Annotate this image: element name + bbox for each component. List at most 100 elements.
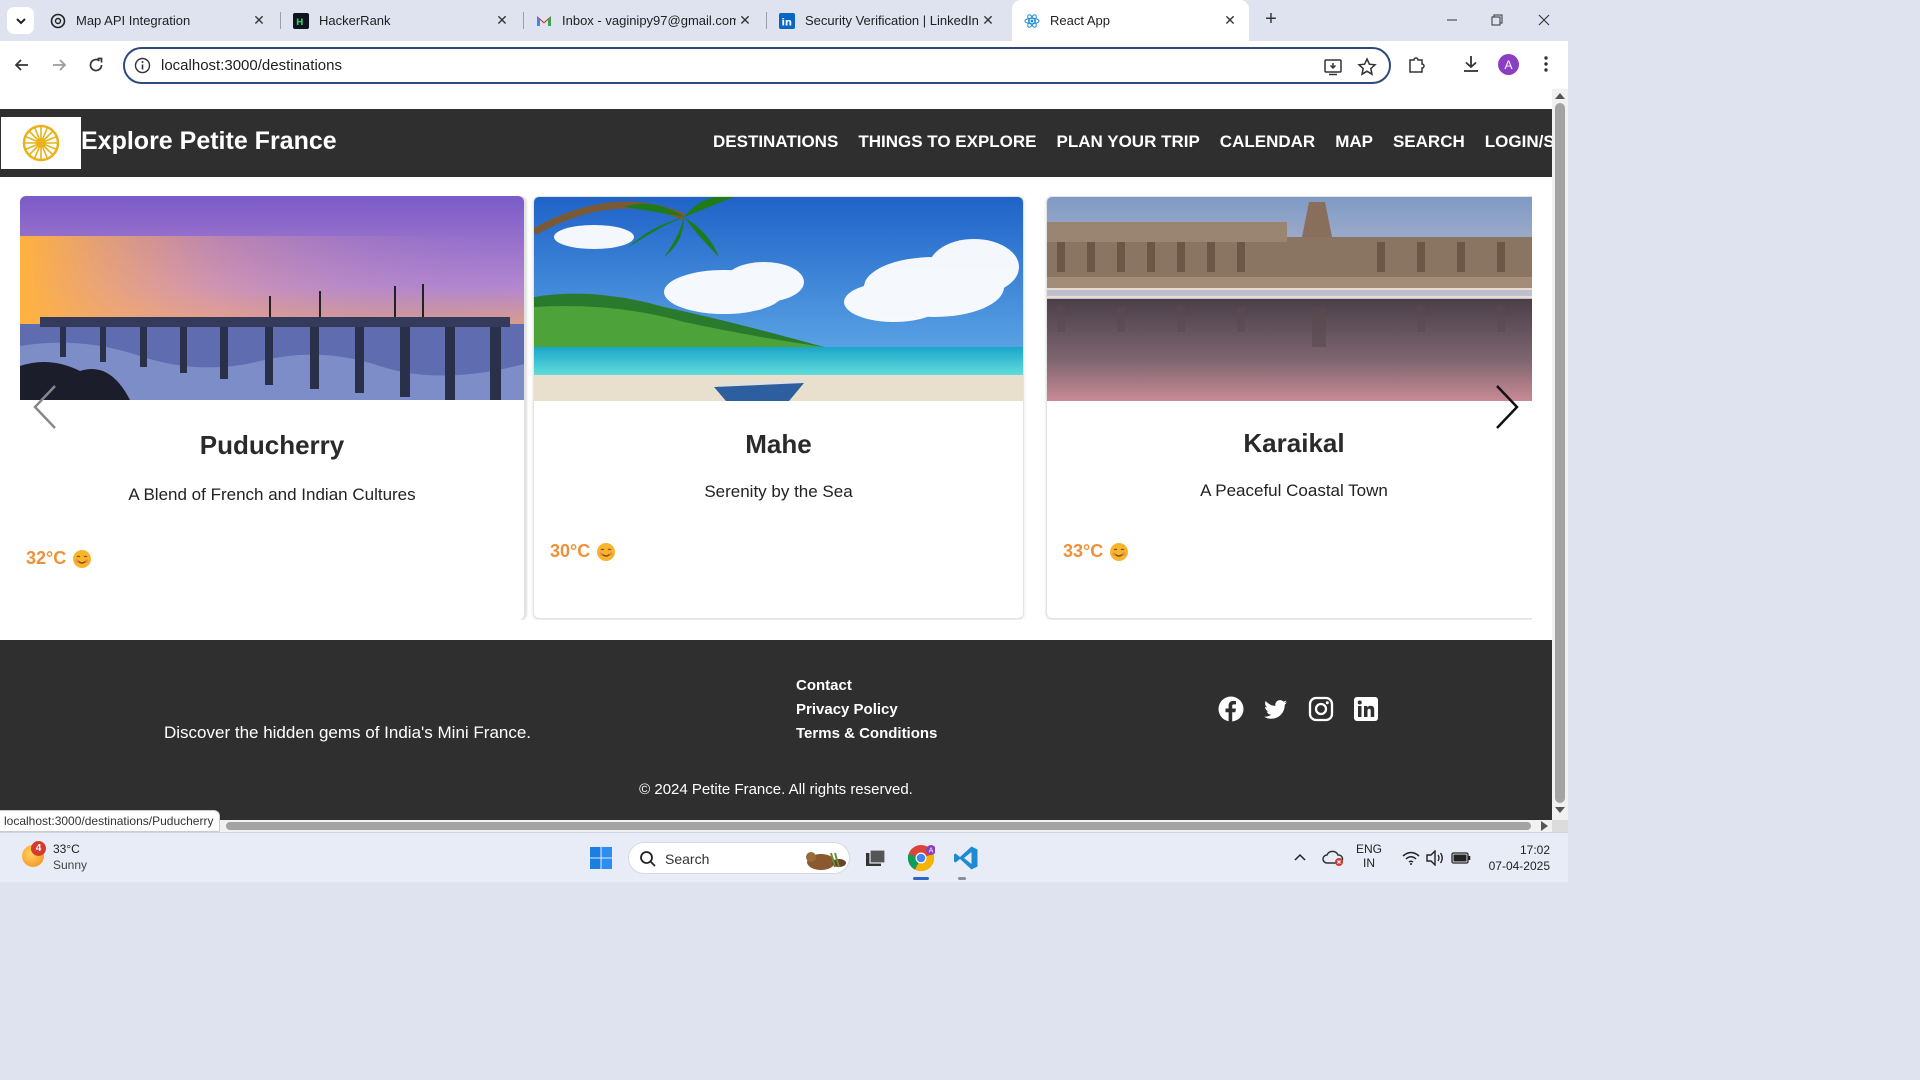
scroll-down-arrow-icon[interactable] [1555, 807, 1565, 813]
weather-temperature: 33°C [53, 842, 80, 856]
tray-volume[interactable] [1422, 842, 1448, 874]
wifi-icon [1402, 851, 1420, 865]
tray-wifi[interactable] [1397, 842, 1425, 874]
back-arrow-icon [14, 59, 28, 71]
site-info-icon[interactable] [134, 57, 151, 74]
tab-linkedin[interactable]: in Security Verification | LinkedIn ✕ [767, 6, 1007, 35]
address-bar[interactable]: localhost:3000/destinations [123, 47, 1391, 84]
extensions-button[interactable] [1406, 53, 1428, 75]
carousel-prev-arrow-icon[interactable] [30, 384, 60, 430]
cloud-offline-icon [1322, 850, 1344, 866]
language-indicator[interactable]: ENG IN [1356, 842, 1382, 870]
scrollbar-thumb[interactable] [1555, 103, 1565, 803]
taskbar-search[interactable]: Search [628, 842, 850, 874]
svg-text:H: H [296, 18, 304, 28]
svg-text:A: A [929, 847, 934, 855]
tab-title: HackerRank [319, 13, 391, 28]
tab-search-button[interactable] [7, 7, 34, 34]
site-header: Explore Petite France DESTINATIONS THING… [0, 109, 1552, 177]
scroll-right-arrow-icon[interactable] [1541, 821, 1548, 831]
page-viewport: Explore Petite France DESTINATIONS THING… [0, 89, 1552, 820]
main-nav: DESTINATIONS THINGS TO EXPLORE PLAN YOUR… [713, 132, 1552, 152]
close-icon[interactable]: ✕ [1221, 12, 1239, 30]
close-icon[interactable]: ✕ [493, 12, 511, 30]
close-icon[interactable]: ✕ [979, 12, 997, 30]
forward-button[interactable] [45, 51, 73, 79]
nav-login-signup[interactable]: LOGIN/SIGN UP [1485, 132, 1552, 152]
horizontal-scrollbar[interactable] [0, 820, 1552, 832]
sun-face-icon [1110, 542, 1129, 561]
nav-destinations[interactable]: DESTINATIONS [713, 132, 838, 152]
speaker-icon [1426, 850, 1443, 866]
destination-card-karaikal[interactable]: Karaikal A Peaceful Coastal Town 33°C [1046, 196, 1532, 619]
downloads-button[interactable] [1460, 53, 1482, 75]
minimize-button[interactable] [1430, 6, 1474, 34]
url-text[interactable]: localhost:3000/destinations [161, 57, 342, 74]
tab-react-app[interactable]: React App ✕ [1012, 0, 1249, 41]
bookmark-star-icon[interactable] [1357, 57, 1377, 77]
taskbar-vscode[interactable] [950, 842, 982, 874]
destination-image [1047, 197, 1532, 401]
nav-things-to-explore[interactable]: THINGS TO EXPLORE [858, 132, 1036, 152]
language-code: ENG [1356, 842, 1383, 856]
profile-avatar[interactable]: A [1498, 54, 1519, 75]
chevron-up-icon [1294, 853, 1306, 861]
hackerrank-icon: H [293, 12, 309, 29]
nav-calendar[interactable]: CALENDAR [1220, 132, 1315, 152]
destination-card-mahe[interactable]: Mahe Serenity by the Sea 30°C [533, 196, 1024, 619]
twitter-icon[interactable] [1263, 696, 1289, 722]
show-hidden-icons-button[interactable] [1287, 842, 1313, 874]
scrollbar-corner [1552, 820, 1568, 832]
gmail-icon [536, 13, 552, 29]
tab-gmail[interactable]: Inbox - vaginipy97@gmail.com ✕ [524, 6, 764, 35]
reload-icon [89, 57, 103, 72]
scroll-up-arrow-icon[interactable] [1555, 93, 1565, 99]
tab-title: Map API Integration [76, 13, 191, 28]
footer-link-terms[interactable]: Terms & Conditions [796, 725, 937, 742]
close-icon [1538, 14, 1550, 26]
windows-taskbar: 4 33°C Sunny Search A ENG IN 17:02 07-04… [0, 832, 1568, 882]
notification-badge: 4 [31, 841, 46, 856]
nav-plan-your-trip[interactable]: PLAN YOUR TRIP [1057, 132, 1200, 152]
carousel-next-arrow-icon[interactable] [1492, 384, 1522, 430]
linkedin-icon[interactable] [1353, 696, 1379, 722]
start-button[interactable] [585, 842, 617, 874]
link-status-bubble: localhost:3000/destinations/Puducherry [0, 810, 221, 832]
site-logo[interactable] [1, 117, 81, 169]
destination-name: Karaikal [1243, 428, 1345, 458]
vertical-scrollbar[interactable] [1552, 89, 1568, 820]
tray-onedrive[interactable] [1318, 842, 1348, 874]
destination-weather: 33°C [1063, 541, 1129, 562]
close-window-button[interactable] [1522, 6, 1566, 34]
scrollbar-thumb[interactable] [226, 822, 1531, 830]
tab-title: Security Verification | LinkedIn [805, 13, 979, 28]
nav-map[interactable]: MAP [1335, 132, 1373, 152]
restore-button[interactable] [1475, 6, 1519, 34]
browser-menu-button[interactable] [1535, 53, 1557, 75]
tab-strip: Map API Integration ✕ H HackerRank ✕ Inb… [0, 0, 1568, 41]
react-icon [1024, 13, 1040, 29]
nav-search[interactable]: SEARCH [1393, 132, 1465, 152]
system-clock[interactable]: 17:02 07-04-2025 [1489, 842, 1550, 874]
install-app-icon[interactable] [1323, 57, 1343, 77]
tab-hackerrank[interactable]: H HackerRank ✕ [281, 6, 521, 35]
footer-link-privacy[interactable]: Privacy Policy [796, 701, 937, 718]
region-code: IN [1363, 856, 1375, 870]
back-button[interactable] [8, 51, 36, 79]
tab-map-api[interactable]: Map API Integration ✕ [38, 6, 278, 35]
destination-image [534, 197, 1023, 401]
taskbar-chrome[interactable]: A [905, 842, 937, 874]
site-brand-title[interactable]: Explore Petite France [81, 127, 337, 156]
reload-button[interactable] [82, 51, 110, 79]
footer-link-contact[interactable]: Contact [796, 677, 937, 694]
instagram-icon[interactable] [1308, 696, 1334, 722]
destination-card-puducherry[interactable]: Puducherry A Blend of French and Indian … [20, 196, 524, 620]
tray-battery[interactable] [1447, 842, 1475, 874]
new-tab-button[interactable]: + [1260, 8, 1282, 30]
close-icon[interactable]: ✕ [250, 12, 268, 30]
footer-copyright: © 2024 Petite France. All rights reserve… [639, 781, 913, 798]
taskbar-file-explorer[interactable] [859, 842, 891, 874]
facebook-icon[interactable] [1218, 696, 1244, 722]
footer-links: Contact Privacy Policy Terms & Condition… [796, 677, 937, 749]
close-icon[interactable]: ✕ [736, 12, 754, 30]
